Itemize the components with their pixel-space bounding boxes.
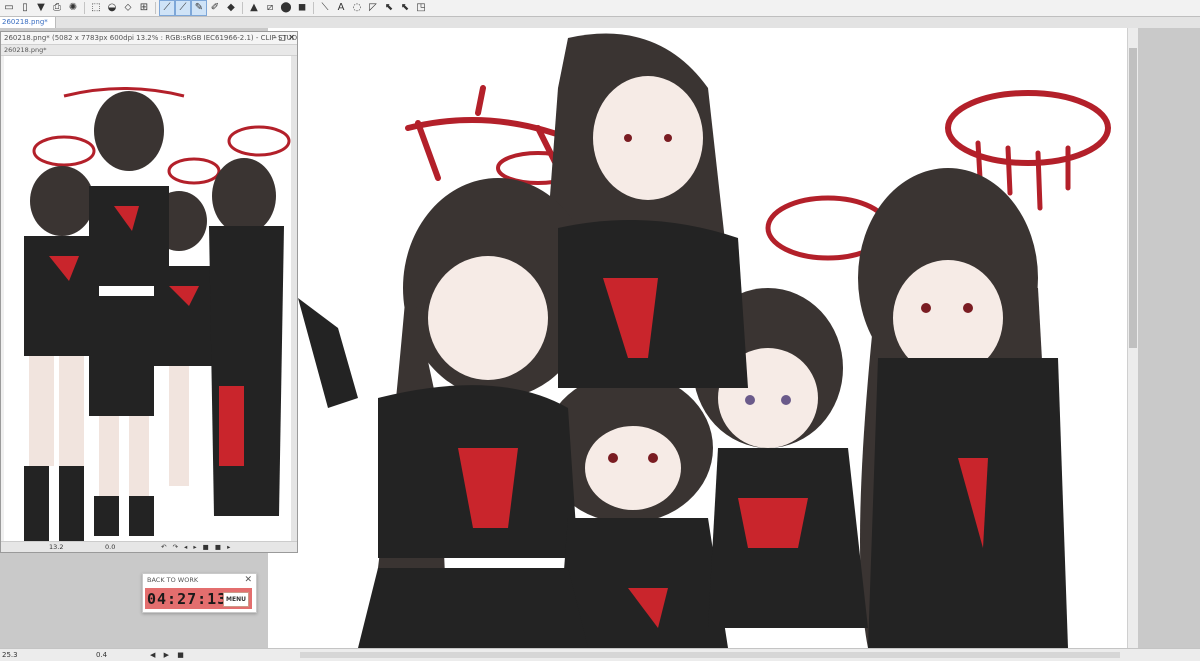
ruler-icon[interactable]: ◼ — [295, 1, 309, 15]
main-status-bar: 25.3 0.4 ◀ ▶ ■ — [0, 648, 1200, 661]
timer-close-icon[interactable]: ✕ — [244, 574, 252, 587]
save-icon[interactable]: ⬉ — [382, 1, 396, 15]
timer-countdown: 04:27:13 — [147, 590, 228, 608]
fill-icon[interactable]: ⬦ — [121, 1, 135, 15]
transform-icon[interactable]: ⬚ — [89, 1, 103, 15]
document-tab[interactable]: 260218.png* — [0, 17, 56, 28]
save-icon[interactable]: ▼ — [34, 1, 48, 15]
new-icon[interactable]: ◌ — [350, 1, 364, 15]
open-icon[interactable]: ◸ — [366, 1, 380, 15]
toolbar-separator — [242, 2, 243, 14]
select-icon[interactable]: ⟍ — [318, 1, 332, 15]
brush-icon[interactable]: ⊞ — [137, 1, 151, 15]
sub-window-scrollbar[interactable] — [291, 56, 297, 544]
timer-title: BACK TO WORK — [147, 576, 199, 584]
settings-icon[interactable]: ◳ — [414, 1, 428, 15]
timer-body: 04:27:13 MENU — [145, 588, 252, 609]
back-to-work-timer: BACK TO WORK ✕ 04:27:13 MENU — [142, 573, 257, 613]
minimize-icon[interactable]: – — [273, 32, 277, 44]
timer-header: BACK TO WORK ✕ — [143, 574, 256, 587]
eraser-icon[interactable]: ✎ — [191, 0, 207, 16]
close-icon[interactable]: ✕ — [288, 32, 295, 44]
sub-window-title: 260218.png* (5082 x 7783px 600dpi 13.2% … — [1, 32, 297, 45]
main-canvas[interactable] — [268, 28, 1138, 648]
sub-window-tab[interactable]: 260218.png* — [1, 45, 297, 56]
new-icon[interactable]: ▭ — [2, 1, 16, 15]
timer-menu-button[interactable]: MENU — [223, 592, 249, 607]
toolbar-separator — [155, 2, 156, 14]
gradient-icon[interactable]: ◆ — [224, 1, 238, 15]
artwork-illustration — [298, 33, 1111, 648]
sub-window-canvas[interactable] — [4, 56, 292, 542]
print-icon[interactable]: ⎙ — [50, 1, 64, 15]
sub-rotation-value[interactable]: 0.0 — [105, 542, 115, 552]
canvas-vertical-scrollbar[interactable] — [1127, 28, 1138, 648]
erase-icon[interactable]: ◒ — [105, 1, 119, 15]
status-icons[interactable]: ◀ ▶ ■ — [150, 649, 187, 661]
operation-icon[interactable]: A — [334, 1, 348, 15]
zoom-value[interactable]: 25.3 — [2, 649, 18, 661]
sub-window-title-text: 260218.png* (5082 x 7783px 600dpi 13.2% … — [4, 34, 297, 42]
maximize-icon[interactable]: ▢ — [278, 32, 286, 44]
print-icon[interactable]: ⬉ — [398, 1, 412, 15]
pencil-icon[interactable]: ⟋ — [175, 0, 191, 16]
settings-icon[interactable]: ✺ — [66, 1, 80, 15]
sub-view-window: 260218.png* (5082 x 7783px 600dpi 13.2% … — [0, 31, 298, 553]
blend-icon[interactable]: ✐ — [208, 1, 222, 15]
sub-zoom-value[interactable]: 13.2 — [49, 542, 63, 552]
sub-status-icons[interactable]: ↶ ↷ ◂ ▸ ■ ■ ▸ — [161, 542, 232, 552]
text-icon[interactable]: ⧄ — [263, 1, 277, 15]
balloon-icon[interactable]: ⬤ — [279, 1, 293, 15]
horizontal-scrollbar[interactable] — [300, 652, 1120, 658]
artwork-thumbnail — [24, 87, 291, 542]
toolbar-separator — [313, 2, 314, 14]
figure-icon[interactable]: ▲ — [247, 1, 261, 15]
scroll-thumb[interactable] — [1129, 48, 1137, 348]
open-icon[interactable]: ▯ — [18, 1, 32, 15]
pen-icon[interactable]: ⟋ — [159, 0, 175, 16]
rotation-value[interactable]: 0.4 — [96, 649, 107, 661]
toolbar-separator — [84, 2, 85, 14]
main-toolbar: ▭ ▯ ▼ ⎙ ✺ ⬚ ◒ ⬦ ⊞ ⟋ ⟋ ✎ ✐ ◆ ▲ ⧄ ⬤ ◼ ⟍ A ◌ ◸ ⬉ ⬉ ◳ — [0, 0, 1200, 17]
sub-window-status-bar: 13.2 0.0 ↶ ↷ ◂ ▸ ■ ■ ▸ — [1, 541, 297, 552]
